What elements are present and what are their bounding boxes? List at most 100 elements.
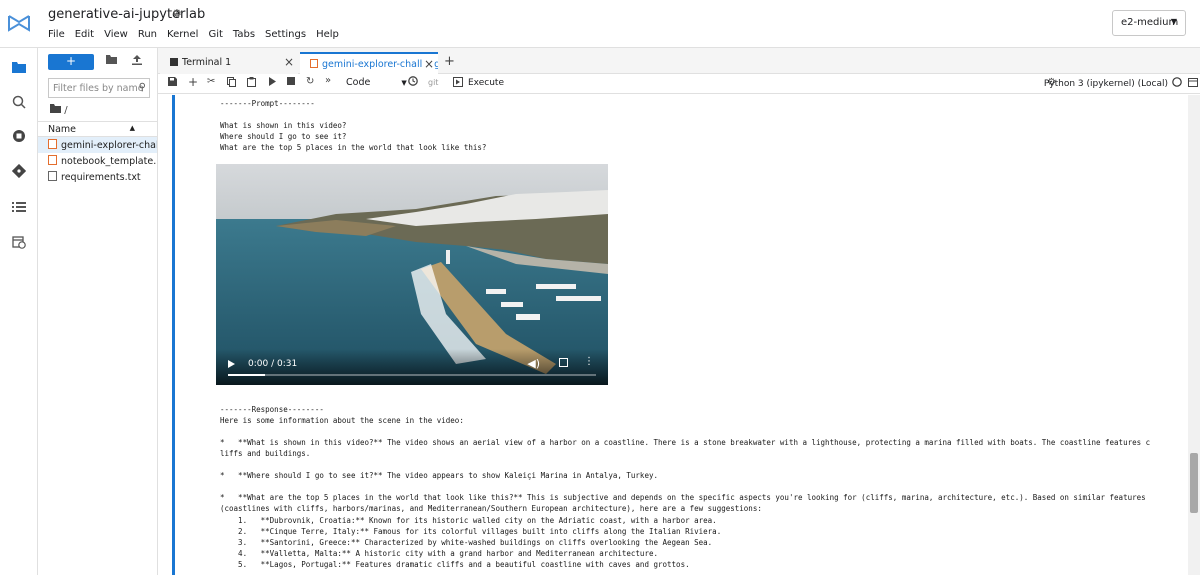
prompt-line: Where should I go to see it? [220,132,347,141]
tab-notebook[interactable]: gemini-explorer-challenge-v2 × [300,52,438,74]
restart-icon[interactable]: ↻ [306,76,314,87]
notebook-file-icon [48,139,57,149]
fullscreen-icon[interactable] [559,358,568,367]
folder-icon[interactable] [10,58,28,76]
menu-view[interactable]: View [104,29,128,43]
scheduler-calendar-icon[interactable] [10,233,28,251]
file-item[interactable]: requirements.txt [38,169,157,185]
file-name: gemini-explorer-chal... [61,140,157,151]
video-controls: 0:00 / 0:31 ◀) ⋮ [216,349,608,385]
place-item: 3. **Santorini, Greece:** Characterized … [220,538,713,547]
tab-terminal[interactable]: Terminal 1 × [160,52,298,74]
kernel-status-icon [1172,77,1182,90]
git-icon[interactable] [10,162,28,180]
menu-bar: File Edit View Run Kernel Git Tabs Setti… [48,29,349,43]
running-kernels-icon[interactable] [10,127,28,145]
clock-icon[interactable] [408,76,418,89]
more-options-icon[interactable]: ⋮ [584,356,594,367]
jupyterlab-logo-icon[interactable] [6,10,32,36]
git-diff-button[interactable]: git [428,78,438,87]
new-tab-icon[interactable]: + [444,54,455,69]
calendar-icon[interactable] [1188,77,1198,90]
breadcrumb-root: / [64,105,68,116]
table-of-contents-icon[interactable] [10,198,28,216]
terminal-icon [170,58,178,66]
insert-cell-icon[interactable]: + [188,75,198,89]
filter-placeholder: Filter files by name [53,83,144,94]
chevron-down-icon: ▼ [401,79,407,87]
chevron-down-icon: ▼ [1170,17,1177,26]
extension-search-icon[interactable] [10,93,28,111]
notebook-file-icon [310,59,318,68]
notebook-toolbar: + ✂ ↻ » Code ▼ git Execute ⚙ Python 3 (i… [158,74,1200,94]
file-item[interactable]: notebook_template.i... [38,153,157,169]
menu-file[interactable]: File [48,29,65,43]
close-icon[interactable]: × [421,57,434,71]
response-item: * **Where should I go to see it?** The v… [220,471,658,480]
place-item: 5. **Lagos, Portugal:** Features dramati… [220,560,690,569]
menu-help[interactable]: Help [316,29,339,43]
close-icon[interactable]: × [284,55,294,69]
response-intro: Here is some information about the scene… [220,416,464,425]
machine-type-select[interactable]: e2-medium ▼ [1112,10,1186,36]
upload-icon[interactable] [130,55,144,69]
notebook-file-icon [48,155,57,165]
machine-type-label: e2-medium [1121,17,1179,28]
file-browser-panel: + Filter files by name ⚲ / Name ▲ gemini… [38,48,158,575]
play-icon[interactable] [228,360,235,368]
response-item: * **What are the top 5 places in the wor… [220,493,1146,513]
top-bar: generative-ai-jupyterlab ⚙ File Edit Vie… [0,0,1200,48]
copy-icon[interactable] [227,77,236,90]
menu-tabs[interactable]: Tabs [233,29,255,43]
notebook-scrollbar[interactable] [1188,95,1200,575]
place-item: 4. **Valletta, Malta:** A historic city … [220,549,658,558]
save-icon[interactable] [168,77,177,89]
tab-label: Terminal 1 [182,57,232,68]
prompt-line: What are the top 5 places in the world t… [220,143,487,152]
tab-bar: Terminal 1 × gemini-explorer-challenge-v… [158,48,1200,74]
settings-gear-icon[interactable]: ⚙ [172,7,182,20]
menu-run[interactable]: Run [138,29,157,43]
video-time: 0:00 / 0:31 [248,359,298,369]
text-file-icon [48,171,57,181]
fast-forward-icon[interactable]: » [325,75,331,86]
notebook-area[interactable]: -------Prompt-------- What is shown in t… [158,95,1188,575]
tab-label: gemini-explorer-challenge-v2 [322,59,438,70]
menu-edit[interactable]: Edit [75,29,94,43]
menu-kernel[interactable]: Kernel [167,29,198,43]
video-progress-fill [228,374,265,376]
cut-icon[interactable]: ✂ [207,76,215,87]
video-player[interactable]: 0:00 / 0:31 ◀) ⋮ [216,164,608,385]
sort-ascending-icon: ▲ [129,124,135,132]
breadcrumb[interactable]: / [50,104,68,116]
file-item[interactable]: gemini-explorer-chal... [38,137,157,153]
run-icon[interactable] [268,77,276,89]
new-folder-icon[interactable] [104,55,118,69]
prompt-line: What is shown in this video? [220,121,347,130]
activity-rail [0,48,38,575]
menu-settings[interactable]: Settings [265,29,306,43]
paste-icon[interactable] [247,77,256,90]
prompt-header: -------Prompt-------- [220,99,315,108]
file-name: requirements.txt [61,172,141,183]
place-item: 1. **Dubrovnik, Croatia:** Known for its… [220,516,717,525]
file-name: notebook_template.i... [61,156,157,167]
cell-type-label: Code [346,77,371,88]
active-cell-indicator [172,95,175,575]
kernel-name[interactable]: Python 3 (ipykernel) (Local) [1044,79,1168,89]
new-launcher-button[interactable]: + [48,54,94,70]
response-item: * **What is shown in this video?** The v… [220,438,1151,458]
video-progress-bar[interactable] [228,374,596,376]
execute-icon[interactable] [453,77,463,90]
cell-type-select[interactable]: Code ▼ [346,77,407,88]
response-header: -------Response-------- [220,405,324,414]
menu-git[interactable]: Git [208,29,222,43]
folder-icon [50,104,61,113]
search-icon: ⚲ [138,82,146,93]
volume-icon[interactable]: ◀) [527,357,540,370]
scrollbar-thumb[interactable] [1190,453,1198,513]
file-list-header[interactable]: Name ▲ [38,121,157,137]
stop-icon[interactable] [287,77,295,88]
execute-button[interactable]: Execute [468,78,504,88]
filter-files-input[interactable]: Filter files by name ⚲ [48,78,150,98]
